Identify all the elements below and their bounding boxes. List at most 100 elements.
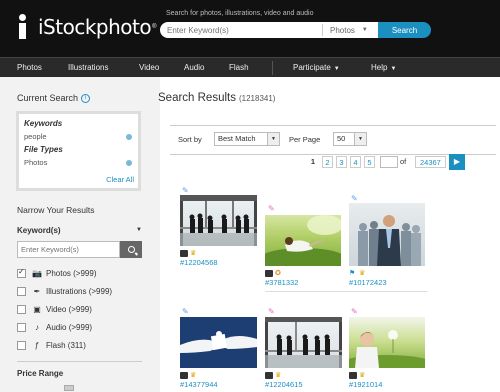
page-link[interactable]: 4 — [350, 156, 361, 168]
result-image[interactable] — [180, 317, 257, 368]
keyword-filter-title[interactable]: Keyword(s) — [17, 226, 61, 235]
sort-by-value: Best Match — [218, 134, 256, 143]
keywords-value: people — [24, 132, 47, 141]
result-image[interactable] — [265, 317, 342, 368]
image-id-link[interactable]: #14377944 — [180, 380, 218, 389]
nav-item-help-label: Help — [371, 63, 388, 72]
checkbox[interactable] — [17, 323, 26, 332]
nav-item-participate[interactable]: Participate ▼ — [293, 63, 340, 72]
nav-item-photos[interactable]: Photos — [17, 63, 42, 72]
per-page-select[interactable]: 50 ▼ — [333, 132, 367, 146]
search-input[interactable] — [160, 25, 310, 35]
next-page-button[interactable]: ▶ — [449, 154, 465, 170]
sort-by-label: Sort by — [178, 135, 202, 144]
search-type-value: Photos — [330, 25, 355, 35]
type-filter-flash[interactable]: ƒ Flash (311) — [17, 341, 86, 350]
lightbox-icon[interactable]: ✎ — [351, 195, 359, 203]
crown-icon: ♛ — [190, 250, 197, 257]
checkbox[interactable] — [17, 305, 26, 314]
current-search-box: Keywords people File Types Photos Clear … — [16, 111, 141, 191]
sort-by-select[interactable]: Best Match ▼ — [214, 132, 280, 146]
music-note-icon: ♪ — [35, 323, 39, 332]
camera-icon: 📷 — [32, 269, 42, 278]
type-filter-photos[interactable]: 📷 Photos (>999) — [17, 267, 97, 278]
checkbox[interactable] — [17, 341, 26, 350]
result-image[interactable] — [349, 203, 425, 266]
logo-mark-icon — [17, 14, 35, 40]
sort-bar: Sort by Best Match ▼ Per Page 50 ▼ — [170, 125, 496, 155]
page-link[interactable]: 2 — [322, 156, 333, 168]
sidebar: Current Search i Keywords people File Typ… — [0, 77, 160, 392]
result-image[interactable] — [265, 215, 341, 266]
page-total-link[interactable]: 24367 — [415, 156, 446, 168]
price-slider-handle[interactable] — [64, 385, 74, 391]
thumb-meta-icons: ♛ — [180, 372, 198, 379]
checkbox[interactable] — [17, 287, 26, 296]
photo-icon — [265, 270, 273, 277]
type-count: (>999) — [68, 305, 92, 314]
type-filter-video[interactable]: ▣ Video (>999) — [17, 305, 92, 314]
search-button[interactable]: Search — [378, 22, 431, 38]
search-results-title: Search Results — [158, 92, 236, 104]
page-jump-input[interactable] — [380, 156, 398, 168]
nav-item-illustrations[interactable]: Illustrations — [68, 63, 108, 72]
film-icon: ▣ — [33, 305, 41, 314]
divider — [17, 361, 142, 362]
crown-icon: ♛ — [190, 372, 197, 379]
keywords-label: Keywords — [24, 119, 63, 128]
istockphoto-logo[interactable]: iStockphoto ® — [17, 14, 157, 40]
image-id-link[interactable]: #10172423 — [349, 278, 387, 287]
image-id-link[interactable]: #12204615 — [265, 380, 303, 389]
nav-item-flash[interactable]: Flash — [229, 63, 249, 72]
lightbox-icon[interactable]: ✎ — [182, 187, 190, 195]
narrow-results-title: Narrow Your Results — [17, 205, 95, 215]
type-label: Audio — [46, 323, 67, 332]
keyword-search-button[interactable] — [120, 241, 142, 258]
thumb-meta-icons: ♛ — [349, 372, 367, 379]
type-label: Flash — [46, 341, 66, 350]
checkbox-checked[interactable] — [17, 267, 26, 278]
logo-text: iStockphoto — [38, 15, 152, 39]
type-filter-illustrations[interactable]: ✒ Illustrations (>999) — [17, 287, 112, 296]
file-types-label: File Types — [24, 145, 63, 154]
keyword-filter-input[interactable] — [17, 241, 120, 258]
image-id-link[interactable]: #3781332 — [265, 278, 298, 287]
chevron-down-icon: ▼ — [361, 27, 368, 33]
caret-down-icon[interactable]: ▼ — [136, 227, 142, 233]
nav-item-audio[interactable]: Audio — [184, 63, 204, 72]
page-link[interactable]: 3 — [336, 156, 347, 168]
type-filter-audio[interactable]: ♪ Audio (>999) — [17, 323, 92, 332]
result-image[interactable] — [180, 195, 257, 246]
ribbon-icon: ✪ — [275, 270, 281, 277]
search-box: Photos ▼ — [160, 22, 378, 38]
per-page-value: 50 — [337, 134, 346, 143]
page-title: Search Results (1218341) — [158, 92, 275, 104]
lightbox-icon[interactable]: ✎ — [268, 308, 276, 316]
search-type-select[interactable]: Photos ▼ — [322, 24, 378, 36]
price-range-title: Price Range — [17, 369, 64, 378]
page-of-label: of — [400, 157, 407, 166]
photo-icon — [349, 372, 357, 379]
result-image[interactable] — [349, 317, 425, 368]
crown-icon: ♛ — [359, 270, 366, 277]
chevron-down-icon: ▼ — [267, 133, 279, 145]
page-link[interactable]: 5 — [364, 156, 375, 168]
pen-icon: ✒ — [33, 287, 41, 296]
nav-item-video[interactable]: Video — [139, 63, 159, 72]
type-count: (>999) — [88, 287, 113, 296]
clear-all-link[interactable]: Clear All — [106, 175, 134, 184]
row-divider — [265, 291, 427, 292]
lightbox-icon[interactable]: ✎ — [351, 308, 359, 316]
thumb-meta-icons: ♛ — [265, 372, 283, 379]
remove-file-type-icon[interactable] — [126, 160, 132, 166]
caret-down-icon: ▼ — [390, 66, 397, 72]
photo-icon — [180, 372, 188, 379]
photo-icon — [265, 372, 273, 379]
nav-item-help[interactable]: Help ▼ — [371, 63, 396, 72]
remove-keyword-icon[interactable] — [126, 134, 132, 140]
info-icon[interactable]: i — [81, 94, 91, 104]
image-id-link[interactable]: #12204568 — [180, 258, 218, 267]
lightbox-icon[interactable]: ✎ — [182, 308, 190, 316]
lightbox-icon[interactable]: ✎ — [268, 205, 276, 213]
image-id-link[interactable]: #1921014 — [349, 380, 382, 389]
